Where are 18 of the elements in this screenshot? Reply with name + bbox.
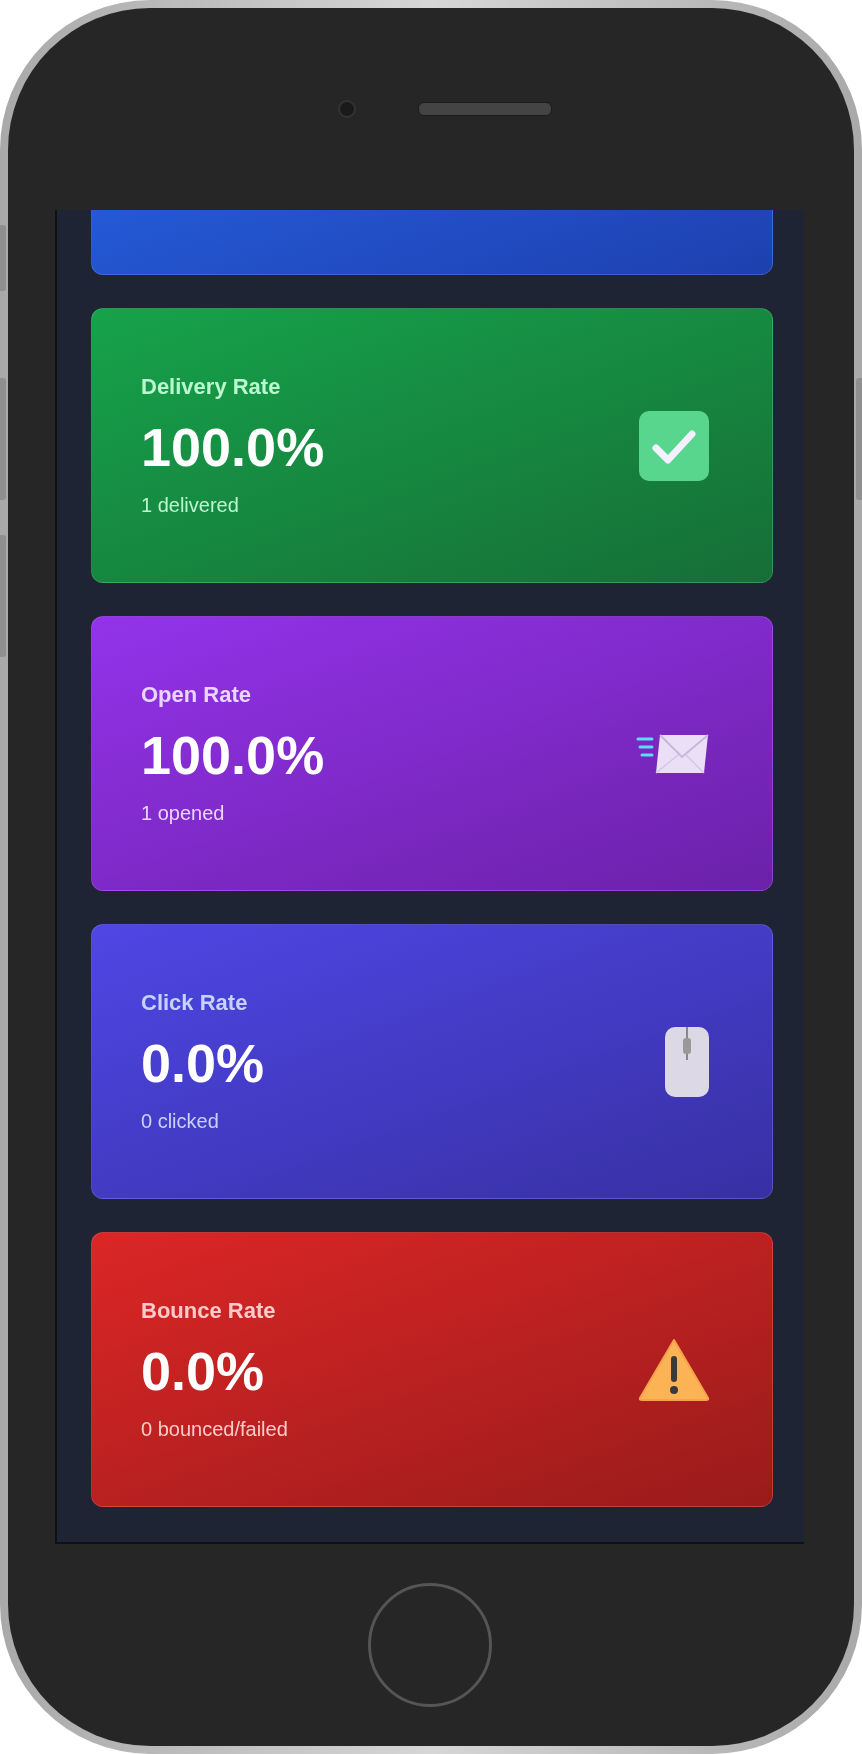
stat-value: 0.0% (141, 1032, 265, 1094)
stat-label: Open Rate (141, 682, 253, 708)
stat-value: 100.0% (141, 416, 325, 478)
stat-detail: 0 bounced/failed (141, 1418, 288, 1441)
stat-detail: 1 opened (141, 802, 226, 825)
stat-label: Click Rate (141, 990, 249, 1016)
mouse-icon (664, 1025, 710, 1098)
stat-label: Bounce Rate (141, 1298, 277, 1324)
home-button[interactable] (367, 1583, 492, 1707)
stat-label: Delivery Rate (141, 374, 282, 400)
stat-detail: 1 delivered (141, 494, 240, 517)
warning-icon (638, 1337, 710, 1402)
checkmark-icon (638, 409, 710, 482)
stat-value: 100.0% (141, 724, 325, 786)
camera-icon (337, 100, 356, 118)
stat-detail: 0 clicked (141, 1110, 220, 1133)
stat-value: 0.0% (141, 1340, 266, 1402)
envelope-icon (636, 732, 710, 775)
